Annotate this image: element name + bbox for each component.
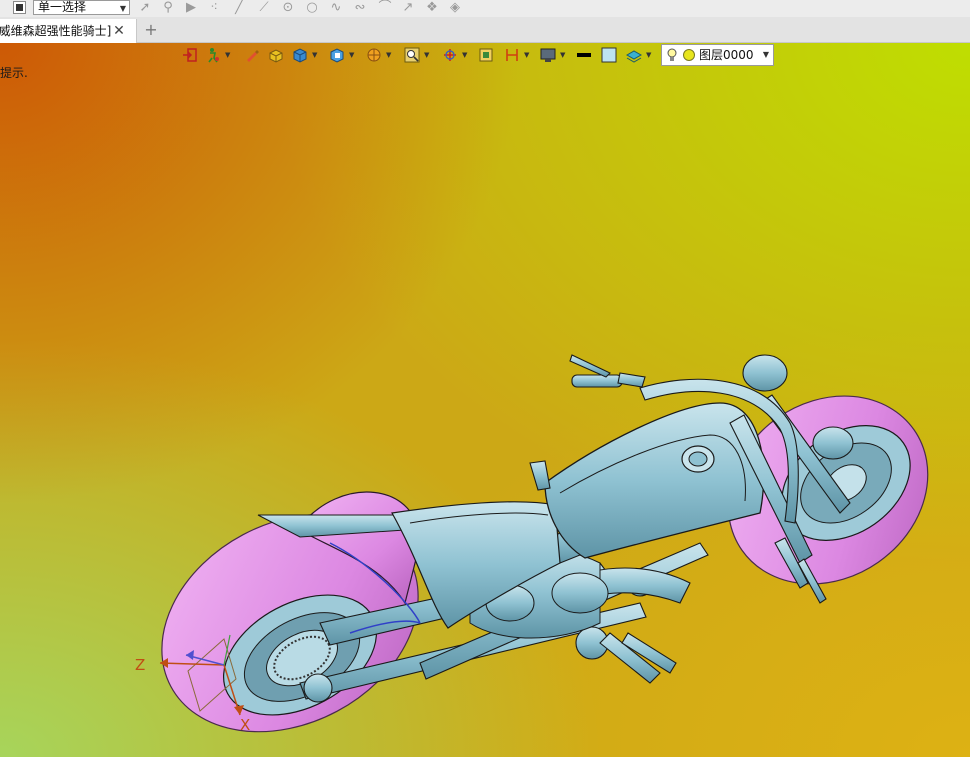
select-arrow-icon[interactable]: ➚: [137, 1, 153, 15]
layer-name: 图层0000: [699, 48, 754, 62]
view-frame-icon[interactable]: [478, 47, 494, 63]
document-tab[interactable]: [威维森超强性能骑士] ✕: [0, 19, 137, 43]
filter-icon[interactable]: ⚲: [160, 1, 176, 15]
view-toolbar: ▼ ▼ ▼ ▼ ▼ ▼ ▼ ▼ ▼ 图层0000 ▼: [178, 43, 776, 69]
selection-mode-dropdown[interactable]: 单一选择 ▼: [33, 0, 130, 15]
chevron-down-icon: ▼: [119, 4, 126, 13]
chevron-down-icon[interactable]: ▼: [225, 52, 231, 59]
layers-icon[interactable]: ◈: [447, 1, 463, 15]
chevron-down-icon[interactable]: ▼: [462, 52, 468, 59]
z-axis-label: Z: [135, 656, 146, 674]
layer-manager-icon[interactable]: [626, 47, 642, 63]
new-tab-button[interactable]: +: [144, 20, 158, 40]
layer-dropdown[interactable]: 图层0000 ▼: [661, 44, 774, 66]
3d-viewport[interactable]: 提示. Z X ▼ ▼ ▼ ▼ ▼ ▼ ▼ ▼ ▼ 图层0000 ▼: [0, 43, 970, 757]
lightbulb-icon[interactable]: [667, 48, 677, 62]
document-tab-bar: [威维森超强性能骑士] ✕ +: [0, 17, 970, 43]
cad-application: 单一选择 ▼ ➚ ⚲ ▶ ⁖ ╱ ⟋ ⊙ ○ ∿ ∾ ⌒ ↗ ❖ ◈ [威维森超…: [0, 0, 970, 757]
line-endpoint-icon[interactable]: ⟋: [256, 1, 272, 15]
line-color-icon[interactable]: [576, 47, 592, 63]
display-monitor-icon[interactable]: [540, 47, 556, 63]
layer-color-dot: [683, 49, 695, 61]
arrow-line-icon[interactable]: ↗: [400, 1, 416, 15]
selection-toggle[interactable]: [13, 1, 26, 14]
chevron-down-icon[interactable]: ▼: [386, 52, 392, 59]
rotate-axis-icon[interactable]: [442, 47, 458, 63]
section-cube-icon[interactable]: [329, 47, 345, 63]
chevron-down-icon[interactable]: ▼: [424, 52, 430, 59]
chevron-down-icon[interactable]: ▼: [312, 52, 318, 59]
dimension-icon[interactable]: [504, 47, 520, 63]
fill-color-icon[interactable]: [601, 47, 617, 63]
solid-cube-icon[interactable]: [292, 47, 308, 63]
zoom-window-icon[interactable]: [404, 47, 420, 63]
circle-icon[interactable]: ○: [304, 1, 320, 15]
exit-view-icon[interactable]: [182, 47, 198, 63]
shaded-box-icon[interactable]: [268, 47, 284, 63]
scatter-points-icon[interactable]: ⁖: [206, 1, 222, 15]
circle-center-icon[interactable]: ⊙: [280, 1, 296, 15]
x-axis-label: X: [240, 716, 251, 734]
status-hint: 提示.: [0, 66, 28, 80]
selection-toolbar: 单一选择 ▼ ➚ ⚲ ▶ ⁖ ╱ ⟋ ⊙ ○ ∿ ∾ ⌒ ↗ ❖ ◈: [0, 0, 970, 17]
curve-icon[interactable]: ∿: [328, 1, 344, 15]
person-walk-icon[interactable]: [205, 47, 221, 63]
selection-mode-value: 单一选择: [38, 0, 87, 14]
chevron-down-icon[interactable]: ▼: [349, 52, 355, 59]
pencil-icon[interactable]: [244, 47, 260, 63]
arc-icon[interactable]: ⌒: [377, 1, 393, 15]
chevron-down-icon[interactable]: ▼: [524, 52, 530, 59]
fuel-tank[interactable]: [544, 402, 765, 559]
document-tab-label: [威维森超强性能骑士]: [0, 24, 112, 38]
close-icon[interactable]: ✕: [112, 19, 126, 43]
chevron-down-icon: ▼: [762, 50, 769, 59]
chevron-down-icon[interactable]: ▼: [646, 52, 652, 59]
wave-icon[interactable]: ∾: [352, 1, 368, 15]
line-icon[interactable]: ╱: [231, 1, 247, 15]
stack-icon[interactable]: ❖: [424, 1, 440, 15]
play-icon[interactable]: ▶: [183, 1, 199, 15]
motorcycle-model[interactable]: [0, 43, 970, 757]
render-sphere-icon[interactable]: [366, 47, 382, 63]
chevron-down-icon[interactable]: ▼: [560, 52, 566, 59]
